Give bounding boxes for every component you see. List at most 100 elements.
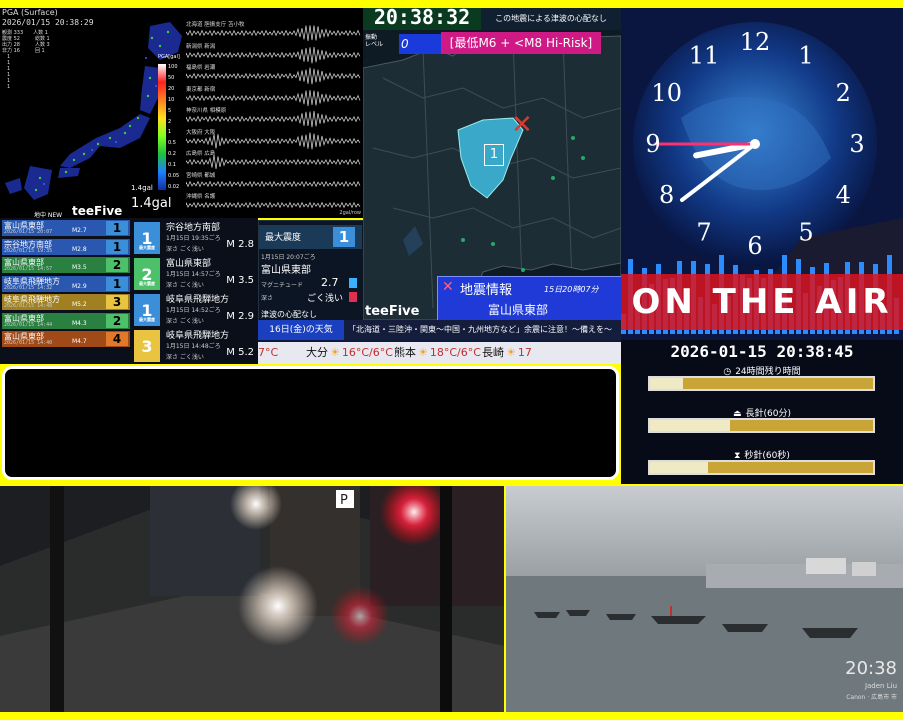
clock-number: 12 [740, 28, 771, 56]
trace-scale: 2gal/row [339, 210, 361, 216]
history-date: 2026/01/15 14:44 [4, 321, 53, 328]
epicenter-x-icon: ✕ [511, 110, 533, 140]
history-mag: M2.7 [72, 227, 87, 234]
pga-tick: 20 [168, 85, 175, 92]
pga-tick: 0.1 [168, 162, 176, 169]
alert-ticker: 「北海道・三陸沖・関東～中国・九州地方など」余震に注意！～備えを～ [344, 320, 621, 340]
pga-tick: 0.5 [168, 140, 176, 147]
message-box [2, 366, 619, 480]
vibration-level-value: 0 [399, 34, 441, 54]
status-progress-fill [650, 462, 708, 473]
latest-time: 1月15日 14:57ごろ [166, 271, 221, 278]
city-name: 長崎 [482, 346, 504, 359]
pga-tick: 0.2 [168, 151, 176, 158]
status-progress-fill [650, 378, 684, 389]
map-clock: 20:38:32 [363, 8, 481, 30]
city-temp: 17 [517, 346, 532, 359]
history-item[interactable]: 富山県東部 2026/01/15 14:57 M3.5 2 [2, 257, 130, 273]
pga-tick: 1 [168, 129, 172, 136]
max-intensity-value: 1 [333, 227, 355, 247]
info-depth-value: ごく浅い [307, 294, 344, 304]
status-progress-bar [648, 418, 875, 433]
pga-tick: 10 [168, 96, 175, 103]
seismic-title: PGA (Surface) [2, 8, 58, 17]
latest-info-panel: 最大震度 1 1月15日 20:07ごろ 富山県東部 マグニチュード 2.7 深… [258, 220, 365, 322]
latest-depth: 深さ ごく浅い [166, 282, 204, 289]
pga-tick: 0.05 [168, 173, 180, 180]
history-date: 2026/01/15 19:35 [4, 247, 53, 254]
info-region: 富山県東部 [261, 265, 311, 276]
badge-value: 3 [141, 337, 153, 356]
quake-title: 地震情報 [460, 283, 513, 298]
info-time: 1月15日 20:07ごろ [261, 254, 316, 261]
status-progress-fill [650, 420, 731, 431]
pga-scale [158, 64, 166, 190]
history-mag: M2.8 [72, 245, 87, 253]
history-intensity: 2 [106, 258, 128, 272]
weather-cities: 7°C 大分 ☀ 16°C/6°C 熊本 ☀ 18°C/6°C 長崎 ☀ 17 [258, 342, 621, 364]
street-camera-feed: P [0, 486, 504, 712]
map-brand: teeFive [365, 304, 420, 319]
epicenter-map-panel: 1 ✕ 20:38:32 この地震による津波の心配なし 振動 レベル 0 [最低M… [363, 8, 621, 320]
datetime-readout: 2026-01-15 20:38:45 [670, 342, 854, 361]
history-item[interactable]: 富山県東部 2026/01/15 20:07 M2.7 1 [2, 220, 130, 236]
history-mag: M4.3 [72, 319, 87, 327]
max-intensity-label: 最大震度 [265, 233, 302, 243]
pga-scale-ticks: 100 50 20 10 5 2 1 0.5 0.2 0.1 0.05 0.02 [168, 64, 184, 190]
history-intensity: 4 [106, 332, 128, 346]
time-status-panel: 2026-01-15 20:38:45 ◷ 24時間残り時間 ⏏ 長針(60分) ⧗ 秒針… [621, 340, 903, 484]
weather-city: 大分 ☀ 16°C/6°C [306, 342, 394, 364]
latest-region: 富山県東部 [166, 259, 212, 269]
history-intensity: 1 [106, 239, 128, 254]
trace-wave [186, 201, 361, 209]
weather-city: 熊本 ☀ 18°C/6°C [394, 342, 482, 364]
seismic-panel: PGA (Surface) 2026/01/15 20:38:29 観測 333… [0, 8, 363, 218]
cam-credit-place: Canon · 広島市 市 [846, 694, 897, 701]
latest-quake-card[interactable]: 最大震度1宗谷地方南部1月15日 19:35ごろ深さ ごく浅いM 2.8 [132, 220, 258, 260]
weather-strip: 16日(金)の天気 「北海道・三陸沖・関東～中国・九州地方など」余震に注意！～備… [258, 320, 621, 364]
trace-row: 沖縄県 名護 [186, 192, 362, 218]
history-date: 2026/01/15 14:48 [4, 303, 53, 309]
risk-label: [最低M6 + <M8 Hi-Risk] [441, 32, 601, 54]
latest-mag: M 5.2 [226, 347, 254, 358]
city-temp: 16°C/6°C [341, 346, 393, 359]
new-label: 地中 NEW [34, 212, 63, 218]
history-item[interactable]: 岐阜県飛騨地方 2026/01/15 14:32 M2.9 1 [2, 275, 130, 292]
latest-time: 1月15日 14:48ごろ [166, 343, 221, 350]
svg-text:P: P [340, 493, 348, 508]
latest-mag: M 2.8 [226, 239, 254, 250]
latest-quake-card[interactable]: 最大震度 3 岐阜県飛騨地方 1月15日 14:48ごろ 深さ ごく浅い M 5.2 [132, 318, 258, 364]
history-item[interactable]: 岐阜県飛騨地方 2026/01/15 14:48 M5.2 3 [2, 294, 130, 310]
history-item[interactable]: 宗谷地方南部 2026/01/15 19:35 M2.8 1 [2, 238, 130, 255]
city-name: 大分 [306, 346, 328, 359]
clock-number: 2 [836, 79, 851, 107]
city-temp: 18°C/6°C [429, 346, 481, 359]
clock-number: 10 [651, 79, 682, 107]
clock-number: 9 [645, 130, 660, 158]
latest-quake-card[interactable]: 最大震度 1 岐阜県飛騨地方 1月15日 14:52ごろ 深さ ごく浅い M 2.9 [132, 282, 258, 332]
quake-history-panel: 富山県東部 2026/01/15 20:07 M2.7 1 宗谷地方南部 2026/01/… [0, 218, 258, 364]
latest-quake-card[interactable]: 最大震度 2 富山県東部 1月15日 14:57ごろ 深さ ごく浅い M 3.5 [132, 246, 258, 296]
sun-icon: ☀ [330, 346, 340, 359]
history-mag: M4.7 [72, 338, 87, 345]
tsunami-notice: この地震による津波の心配なし [481, 8, 621, 30]
history-intensity: 1 [106, 221, 128, 235]
city-temp: 7°C [258, 346, 279, 359]
info-mag-label: マグニチュード [261, 282, 304, 289]
history-item[interactable]: 富山県東部 2026/01/15 14:44 M4.3 2 [2, 312, 130, 329]
sun-icon: ☀ [506, 346, 516, 359]
epicenter-intensity: 1 [484, 144, 504, 166]
history-date: 2026/01/15 14:32 [4, 284, 53, 291]
pga-tick: 0.02 [168, 184, 180, 190]
quake-region: 富山県東部 [488, 303, 549, 317]
latest-mag: M 2.9 [226, 311, 254, 322]
latest-depth: 深さ ごく浅い [166, 318, 204, 325]
history-intensity: 2 [106, 313, 128, 328]
vibration-level-label: 振動 レベル [365, 34, 384, 48]
history-intensity: 1 [106, 276, 128, 291]
history-item[interactable]: 富山県東部 2026/01/15 14:40 M4.7 4 [2, 331, 130, 347]
clock-number: 11 [689, 42, 720, 70]
status-progress-bar [648, 376, 875, 391]
cam-credit-name: Jaden Liu [864, 682, 897, 690]
badge-label: 最大震度 [139, 317, 155, 322]
